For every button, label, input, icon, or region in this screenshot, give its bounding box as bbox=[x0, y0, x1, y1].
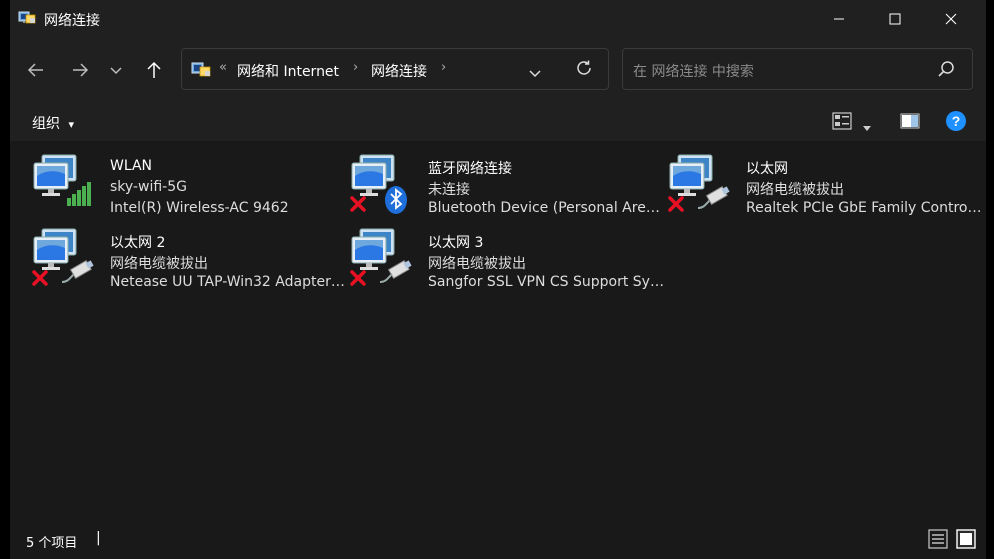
connection-device: Intel(R) Wireless-AC 9462 bbox=[110, 200, 289, 216]
list-item-ethernet-2[interactable]: 以太网 2 网络电缆被拔出 Netease UU TAP-Win32 Adapt… bbox=[32, 228, 348, 298]
connection-device: Realtek PCIe GbE Family Controller bbox=[746, 200, 984, 216]
refresh-icon bbox=[577, 60, 591, 75]
organize-label: 组织 bbox=[32, 116, 60, 132]
arrow-right-icon bbox=[73, 63, 89, 77]
list-item-bluetooth[interactable]: 蓝牙网络连接 未连接 Bluetooth Device (Personal Ar… bbox=[350, 154, 666, 224]
explorer-window: 网络连接 « 网络和 Internet › 网络连接 › 在 网络连接 中搜索 … bbox=[0, 0, 994, 559]
change-view-button[interactable] bbox=[832, 111, 852, 131]
minimize-button[interactable] bbox=[816, 0, 862, 38]
chevron-down-icon: ▾ bbox=[68, 118, 74, 131]
connection-device: Bluetooth Device (Personal Area Network) bbox=[428, 200, 666, 216]
connection-status: sky-wifi-5G bbox=[110, 179, 187, 195]
back-button[interactable] bbox=[20, 56, 52, 84]
connection-name: 蓝牙网络连接 bbox=[428, 161, 512, 177]
connection-status: 网络电缆被拔出 bbox=[110, 256, 208, 272]
maximize-button[interactable] bbox=[872, 0, 918, 38]
preview-pane-button[interactable] bbox=[900, 113, 920, 131]
search-input[interactable]: 在 网络连接 中搜索 bbox=[633, 61, 754, 81]
ethernet-adapter-icon bbox=[350, 228, 412, 286]
address-dropdown-button[interactable] bbox=[528, 63, 546, 78]
status-bar: 5 个项目 | bbox=[10, 517, 986, 559]
arrow-left-icon bbox=[27, 63, 43, 77]
breadcrumb-network-internet[interactable]: 网络和 Internet bbox=[237, 61, 339, 81]
close-button[interactable] bbox=[928, 0, 974, 38]
connection-name: 以太网 3 bbox=[428, 235, 484, 251]
list-item-wlan[interactable]: WLAN sky-wifi-5G Intel(R) Wireless-AC 94… bbox=[32, 154, 348, 224]
search-icon bbox=[938, 61, 954, 77]
arrow-up-icon bbox=[147, 61, 161, 78]
window-title: 网络连接 bbox=[44, 13, 100, 29]
connection-device: Sangfor SSL VPN CS Support System VNIC bbox=[428, 274, 666, 290]
organize-menu[interactable]: 组织 ▾ bbox=[32, 113, 74, 133]
list-item-ethernet[interactable]: 以太网 网络电缆被拔出 Realtek PCIe GbE Family Cont… bbox=[668, 154, 984, 224]
window-edge-right bbox=[986, 0, 994, 559]
refresh-button[interactable] bbox=[575, 59, 595, 79]
search-button[interactable] bbox=[937, 60, 957, 80]
breadcrumb-overflow[interactable]: « bbox=[219, 60, 227, 75]
details-view-button[interactable] bbox=[928, 529, 948, 549]
caret-down-icon bbox=[863, 126, 871, 131]
network-folder-icon bbox=[18, 11, 36, 24]
title-bar: 网络连接 bbox=[10, 0, 986, 38]
minimize-icon bbox=[834, 18, 844, 20]
large-icons-view-icon bbox=[956, 529, 976, 549]
connection-device: Netease UU TAP-Win32 Adapter V9.21 bbox=[110, 274, 348, 290]
connection-status: 网络电缆被拔出 bbox=[428, 256, 526, 272]
bluetooth-adapter-icon bbox=[350, 154, 407, 214]
help-icon: ? bbox=[946, 111, 966, 131]
chevron-down-icon bbox=[110, 67, 122, 75]
close-icon bbox=[945, 13, 957, 25]
command-bar: 组织 ▾ ? bbox=[10, 101, 986, 141]
list-item-ethernet-3[interactable]: 以太网 3 网络电缆被拔出 Sangfor SSL VPN CS Support… bbox=[350, 228, 666, 298]
connection-name: WLAN bbox=[110, 158, 153, 174]
connection-name: 以太网 bbox=[746, 161, 788, 177]
navigation-bar: « 网络和 Internet › 网络连接 › 在 网络连接 中搜索 bbox=[10, 38, 986, 101]
window-edge-left bbox=[0, 0, 10, 559]
forward-button[interactable] bbox=[64, 56, 96, 84]
view-options-icon bbox=[832, 112, 852, 130]
address-bar[interactable]: « 网络和 Internet › 网络连接 › bbox=[181, 48, 609, 90]
connection-name: 以太网 2 bbox=[110, 235, 166, 251]
preview-pane-icon bbox=[900, 113, 920, 129]
large-icons-view-button[interactable] bbox=[956, 529, 976, 549]
connection-status: 未连接 bbox=[428, 182, 470, 198]
help-button[interactable]: ? bbox=[945, 110, 967, 132]
svg-text:?: ? bbox=[952, 113, 961, 129]
breadcrumb-network-connections[interactable]: 网络连接 bbox=[371, 61, 427, 81]
wifi-adapter-icon bbox=[33, 154, 91, 206]
network-folder-icon bbox=[191, 62, 211, 77]
breadcrumb-separator[interactable]: › bbox=[441, 60, 446, 75]
status-divider: | bbox=[96, 530, 101, 546]
ethernet-adapter-icon bbox=[32, 228, 94, 286]
maximize-icon bbox=[889, 13, 901, 25]
recent-locations-button[interactable] bbox=[103, 56, 129, 84]
up-button[interactable] bbox=[138, 56, 170, 84]
connections-list: WLAN sky-wifi-5G Intel(R) Wireless-AC 94… bbox=[10, 141, 986, 517]
view-options-dropdown[interactable] bbox=[862, 117, 874, 131]
chevron-down-icon bbox=[529, 70, 541, 78]
search-box[interactable]: 在 网络连接 中搜索 bbox=[622, 48, 973, 90]
item-count: 5 个项目 bbox=[26, 536, 78, 551]
connection-status: 网络电缆被拔出 bbox=[746, 182, 844, 198]
details-view-icon bbox=[928, 529, 948, 549]
breadcrumb-separator[interactable]: › bbox=[353, 60, 358, 75]
ethernet-adapter-icon bbox=[668, 154, 730, 212]
